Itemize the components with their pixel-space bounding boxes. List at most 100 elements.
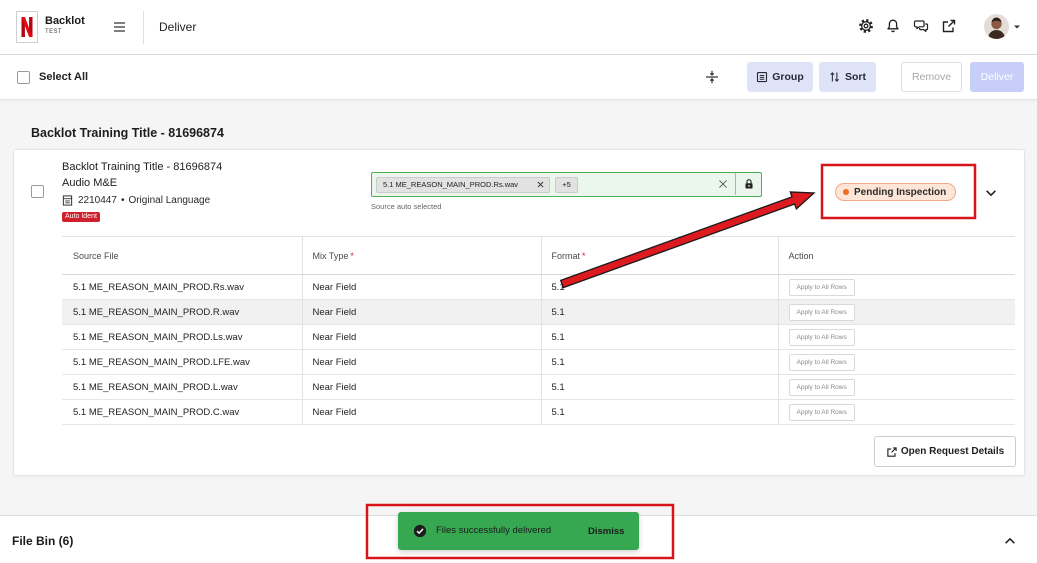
clear-selection-button[interactable] xyxy=(718,179,728,189)
source-file-cell: 5.1 ME_REASON_MAIN_PROD.L.wav xyxy=(62,374,303,400)
deliver-button[interactable]: Deliver xyxy=(970,62,1024,92)
required-marker: * xyxy=(582,250,586,261)
open-external-button[interactable] xyxy=(941,18,957,34)
open-request-details-button[interactable]: Open Request Details xyxy=(874,436,1016,467)
source-chip: 5.1 ME_REASON_MAIN_PROD.Rs.wav xyxy=(376,176,550,193)
group-button-label: Group xyxy=(772,71,804,83)
file-bin-toggle-button[interactable] xyxy=(1003,534,1017,548)
source-file-cell: 5.1 ME_REASON_MAIN_PROD.Ls.wav xyxy=(62,324,303,350)
remove-button[interactable]: Remove xyxy=(901,62,962,92)
avatar xyxy=(984,14,1009,39)
open-request-details-label: Open Request Details xyxy=(900,446,1005,457)
lock-selection-button[interactable] xyxy=(742,177,755,190)
status-label: Pending Inspection xyxy=(854,186,947,198)
netflix-logo[interactable] xyxy=(16,11,38,43)
avatar-image xyxy=(984,14,1009,39)
lock-icon xyxy=(744,178,753,188)
mix-type-cell[interactable]: Near Field xyxy=(302,399,542,425)
source-file-cell: 5.1 ME_REASON_MAIN_PROD.R.wav xyxy=(62,299,303,325)
remove-source-chip-button[interactable] xyxy=(536,180,545,189)
sort-button[interactable]: Sort xyxy=(819,62,876,92)
action-cell: Apply to All Rows xyxy=(778,349,1015,375)
chevron-down-icon xyxy=(986,190,996,197)
table-row: 5.1 ME_REASON_MAIN_PROD.LFE.wav Near Fie… xyxy=(62,349,1015,375)
source-select[interactable]: 5.1 ME_REASON_MAIN_PROD.Rs.wav +5 xyxy=(371,172,762,197)
column-header-source-file: Source File xyxy=(62,236,303,275)
language-label: Original Language xyxy=(128,195,211,206)
select-all-checkbox[interactable] xyxy=(17,71,30,84)
section-title: Backlot Training Title - 81696874 xyxy=(31,126,224,140)
file-bin-label[interactable]: File Bin (6) xyxy=(12,534,73,548)
source-helper-text: Source auto selected xyxy=(371,202,442,211)
apply-to-all-rows-button[interactable]: Apply to All Rows xyxy=(788,278,855,296)
table-row: 5.1 ME_REASON_MAIN_PROD.Ls.wav Near Fiel… xyxy=(62,324,1015,350)
column-label: Source File xyxy=(73,250,119,261)
environment-label: TEST xyxy=(45,29,62,35)
apply-to-all-rows-button[interactable]: Apply to All Rows xyxy=(788,378,855,396)
collapse-filter-button[interactable] xyxy=(704,69,720,85)
column-label: Action xyxy=(788,250,814,261)
menu-icon xyxy=(113,22,125,32)
sort-button-label: Sort xyxy=(845,71,866,83)
menu-button[interactable] xyxy=(112,20,126,34)
table-header-row: Source File Mix Type * Format * Action xyxy=(62,236,1015,275)
app-name: Backlot xyxy=(45,15,85,27)
table-row: 5.1 ME_REASON_MAIN_PROD.C.wav Near Field… xyxy=(62,399,1015,425)
gear-icon xyxy=(859,19,873,33)
filter-icon xyxy=(706,70,718,84)
table-row: 5.1 ME_REASON_MAIN_PROD.Rs.wav Near Fiel… xyxy=(62,274,1015,300)
source-file-cell: 5.1 ME_REASON_MAIN_PROD.Rs.wav xyxy=(62,274,303,300)
source-file-cell: 5.1 ME_REASON_MAIN_PROD.C.wav xyxy=(62,399,303,425)
source-file-table: Source File Mix Type * Format * Action 5.1… xyxy=(62,236,1015,425)
toast-message: Files successfully delivered xyxy=(436,525,552,536)
notifications-button[interactable] xyxy=(885,18,901,34)
source-chip-label: 5.1 ME_REASON_MAIN_PROD.Rs.wav xyxy=(383,180,519,189)
format-cell[interactable]: 5.1 xyxy=(541,349,779,375)
header-divider xyxy=(143,11,144,44)
apply-to-all-rows-button[interactable]: Apply to All Rows xyxy=(788,303,855,321)
format-cell[interactable]: 5.1 xyxy=(541,324,779,350)
column-label: Format xyxy=(551,250,581,261)
delivery-card: Backlot Training Title - 81696874 Audio … xyxy=(13,149,1025,476)
format-cell[interactable]: 5.1 xyxy=(541,299,779,325)
netflix-n-logo-icon xyxy=(21,17,33,37)
format-cell[interactable]: 5.1 xyxy=(541,399,779,425)
account-menu-button[interactable] xyxy=(984,13,1026,40)
apply-to-all-rows-button[interactable]: Apply to All Rows xyxy=(788,353,855,371)
auto-ident-badge: Auto Ident xyxy=(62,212,100,222)
select-all-label[interactable]: Select All xyxy=(39,71,88,83)
request-id: 2210447 xyxy=(78,195,117,206)
action-cell: Apply to All Rows xyxy=(778,274,1015,300)
messages-button[interactable] xyxy=(913,18,929,34)
table-row: 5.1 ME_REASON_MAIN_PROD.R.wav Near Field… xyxy=(62,299,1015,325)
settings-button[interactable] xyxy=(858,18,874,34)
source-file-cell: 5.1 ME_REASON_MAIN_PROD.LFE.wav xyxy=(62,349,303,375)
status-badge: Pending Inspection xyxy=(835,183,956,201)
close-icon xyxy=(537,181,544,188)
mix-type-cell[interactable]: Near Field xyxy=(302,374,542,400)
toolbar: Select All Group Sort Remove Deliver xyxy=(0,55,1037,100)
required-marker: * xyxy=(350,250,354,261)
mix-type-cell[interactable]: Near Field xyxy=(302,274,542,300)
action-cell: Apply to All Rows xyxy=(778,299,1015,325)
group-button[interactable]: Group xyxy=(747,62,813,92)
apply-to-all-rows-button[interactable]: Apply to All Rows xyxy=(788,328,855,346)
expand-card-button[interactable] xyxy=(984,186,998,200)
card-title: Backlot Training Title - 81696874 xyxy=(62,161,223,173)
mix-type-cell[interactable]: Near Field xyxy=(302,299,542,325)
external-link-icon xyxy=(942,19,956,33)
mix-type-cell[interactable]: Near Field xyxy=(302,324,542,350)
page-title: Deliver xyxy=(159,20,197,34)
card-select-checkbox[interactable] xyxy=(31,185,44,198)
action-cell: Apply to All Rows xyxy=(778,324,1015,350)
close-icon xyxy=(719,180,727,188)
format-cell[interactable]: 5.1 xyxy=(541,374,779,400)
list-icon xyxy=(757,71,768,83)
apply-to-all-rows-button[interactable]: Apply to All Rows xyxy=(788,403,855,421)
format-cell[interactable]: 5.1 xyxy=(541,274,779,300)
column-header-format: Format * xyxy=(541,236,779,275)
mix-type-cell[interactable]: Near Field xyxy=(302,349,542,375)
more-sources-chip[interactable]: +5 xyxy=(555,176,578,193)
toast-dismiss-button[interactable]: Dismiss xyxy=(586,523,626,539)
sort-icon xyxy=(830,72,839,82)
